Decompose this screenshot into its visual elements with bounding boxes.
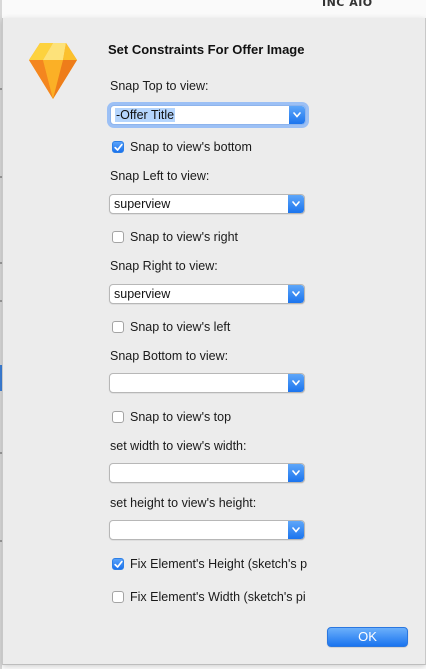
snap-left-label: Snap Left to view: [110,169,210,183]
snap-bottom-select[interactable] [109,373,305,393]
checkbox-unchecked-icon [112,411,124,423]
width-select[interactable] [109,463,305,483]
snap-to-left-checkbox[interactable]: Snap to view's left [112,320,318,336]
background-window-text: INC AIO [322,0,373,9]
snap-to-right-label: Snap to view's right [130,230,238,244]
chevron-down-icon [288,285,304,303]
snap-to-bottom-label: Snap to view's bottom [130,140,252,154]
sketch-diamond-icon [27,40,79,102]
checkbox-checked-icon [112,141,124,153]
chevron-down-icon [288,521,304,539]
snap-top-value: -Offer Title [115,108,176,122]
snap-left-value: superview [114,197,171,211]
snap-right-select[interactable]: superview [109,284,305,304]
checkbox-checked-icon [112,558,124,570]
dialog-title: Set Constraints For Offer Image [108,42,305,57]
fix-height-checkbox[interactable]: Fix Element's Height (sketch's p [112,557,318,573]
checkbox-unchecked-icon [112,321,124,333]
fix-width-label: Fix Element's Width (sketch's pi [130,590,306,604]
width-label: set width to view's width: [110,439,247,453]
chevron-down-icon [288,464,304,482]
height-label: set height to view's height: [110,496,257,510]
chevron-down-icon [288,374,304,392]
snap-to-right-checkbox[interactable]: Snap to view's right [112,230,318,246]
snap-to-left-label: Snap to view's left [130,320,231,334]
snap-to-top-label: Snap to view's top [130,410,232,424]
height-select[interactable] [109,520,305,540]
fix-width-checkbox[interactable]: Fix Element's Width (sketch's pi [112,590,318,606]
snap-top-select[interactable]: -Offer Title [110,105,306,125]
snap-top-label: Snap Top to view: [110,79,209,93]
snap-to-bottom-checkbox[interactable]: Snap to view's bottom [112,140,318,156]
snap-to-top-checkbox[interactable]: Snap to view's top [112,410,318,426]
chevron-down-icon [288,195,304,213]
snap-left-select[interactable]: superview [109,194,305,214]
snap-right-value: superview [114,287,171,301]
ok-button[interactable]: OK [327,627,408,647]
constraints-dialog: Set Constraints For Offer Image Snap Top… [2,18,426,665]
snap-bottom-label: Snap Bottom to view: [110,349,229,363]
checkbox-unchecked-icon [112,231,124,243]
background-window-strip: INC AIO [0,0,426,18]
chevron-down-icon [289,106,305,124]
snap-right-label: Snap Right to view: [110,259,218,273]
checkbox-unchecked-icon [112,591,124,603]
fix-height-label: Fix Element's Height (sketch's p [130,557,308,571]
